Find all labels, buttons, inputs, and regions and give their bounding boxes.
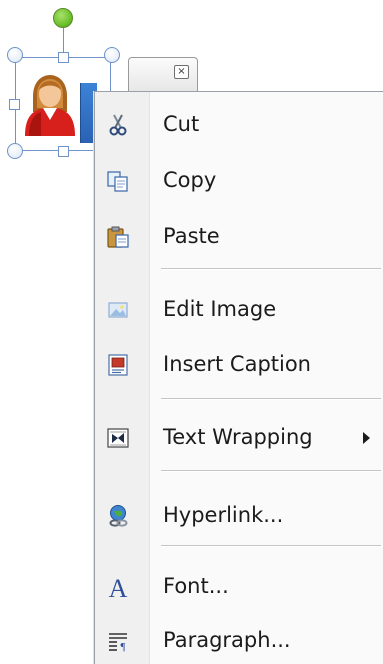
- scissors-icon: [109, 114, 127, 136]
- svg-text:A: A: [109, 575, 128, 599]
- document-canvas: × Cut Copy Paste Edit Image Insert Capti…: [0, 0, 383, 664]
- menu-item-insert-caption[interactable]: Insert Caption: [95, 341, 383, 389]
- insert-caption-icon: [108, 354, 128, 376]
- menu-item-cut[interactable]: Cut: [95, 101, 383, 149]
- menu-item-edit-image[interactable]: Edit Image: [95, 286, 383, 334]
- menu-item-label: Copy: [163, 168, 217, 192]
- paste-icon: [107, 226, 129, 248]
- menu-item-label: Text Wrapping: [163, 425, 313, 449]
- resize-handle-left[interactable]: [9, 99, 20, 110]
- menu-item-label: Hyperlink...: [163, 503, 284, 527]
- menu-item-label: Insert Caption: [163, 352, 311, 376]
- hyperlink-icon: [109, 505, 128, 527]
- resize-handle-top-left[interactable]: [7, 47, 23, 63]
- menu-item-label: Paste: [163, 224, 220, 248]
- menu-item-font[interactable]: A Font...: [95, 563, 383, 611]
- menu-separator: [161, 268, 381, 270]
- menu-item-label: Paragraph...: [163, 628, 291, 652]
- font-icon: A: [109, 575, 128, 599]
- submenu-arrow-icon: [363, 432, 370, 444]
- close-icon[interactable]: ×: [174, 65, 189, 79]
- resize-handle-bottom[interactable]: [58, 146, 69, 157]
- menu-separator: [161, 545, 381, 547]
- menu-item-paste[interactable]: Paste: [95, 213, 383, 261]
- menu-item-hyperlink[interactable]: Hyperlink...: [95, 492, 383, 540]
- edit-image-icon: [108, 302, 128, 318]
- context-menu: Cut Copy Paste Edit Image Insert Caption…: [94, 91, 383, 664]
- svg-text:¶: ¶: [121, 641, 126, 653]
- paragraph-icon: ¶: [109, 633, 127, 653]
- menu-item-copy[interactable]: Copy: [95, 157, 383, 205]
- menu-item-label: Edit Image: [163, 297, 277, 321]
- resize-handle-top[interactable]: [58, 52, 69, 63]
- resize-handle-bottom-left[interactable]: [7, 143, 23, 159]
- menu-item-paragraph[interactable]: ¶ Paragraph...: [95, 617, 383, 664]
- menu-item-label: Cut: [163, 112, 200, 136]
- menu-item-label: Font...: [163, 574, 229, 598]
- copy-icon: [107, 171, 128, 192]
- menu-separator: [161, 398, 381, 400]
- text-wrapping-icon: [107, 428, 129, 448]
- menu-separator: [161, 470, 381, 472]
- rotate-handle[interactable]: [53, 8, 73, 28]
- resize-handle-top-right[interactable]: [104, 47, 120, 63]
- menu-item-text-wrapping[interactable]: Text Wrapping: [95, 414, 383, 462]
